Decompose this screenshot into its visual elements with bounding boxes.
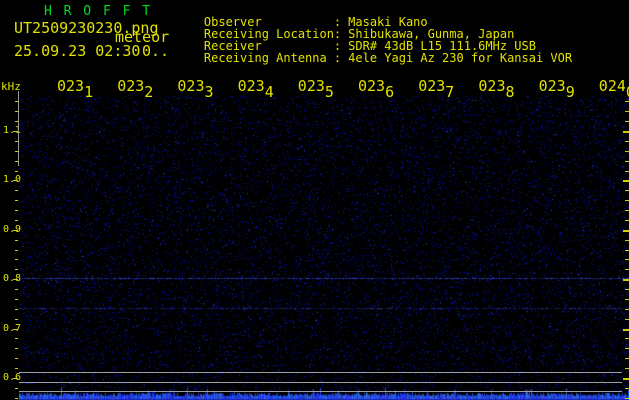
spectrogram-canvas bbox=[19, 96, 629, 400]
freq-tick-right bbox=[623, 230, 629, 232]
time-axis-label: 0240 bbox=[598, 77, 629, 100]
freq-tick-left bbox=[13, 180, 18, 181]
freq-tick-left bbox=[15, 299, 18, 300]
time-axis-label: 0239 bbox=[538, 77, 575, 101]
info-colon: : bbox=[333, 51, 342, 65]
info-row: Receiving Antenna:4ele Yagi Az 230 for K… bbox=[175, 40, 572, 76]
freq-tick-left bbox=[15, 269, 18, 270]
freq-tick-right bbox=[623, 329, 629, 331]
freq-tick-left bbox=[15, 398, 18, 399]
freq-tick-right bbox=[625, 309, 629, 310]
hrofft-screen: H R O F F T UT2509230230.png meteor 25.0… bbox=[0, 0, 629, 400]
datetime-label: 25.09.23 02:30 bbox=[14, 42, 141, 60]
freq-tick-right bbox=[625, 250, 629, 251]
freq-tick-left bbox=[15, 250, 18, 251]
freq-tick-left bbox=[15, 358, 18, 359]
freq-tick-right bbox=[625, 121, 629, 122]
time-axis-label: 0237 bbox=[418, 77, 455, 101]
time-axis-label: 0238 bbox=[478, 77, 515, 101]
freq-tick-right bbox=[625, 358, 629, 359]
freq-tick-right bbox=[625, 338, 629, 339]
level-line bbox=[19, 391, 622, 392]
freq-tick-left bbox=[15, 220, 18, 221]
freq-tick-right bbox=[625, 161, 629, 162]
time-axis-label: 0234 bbox=[237, 77, 274, 101]
freq-tick-left bbox=[13, 279, 18, 280]
level-line bbox=[19, 382, 622, 383]
time-axis-label: 0231 bbox=[57, 77, 94, 101]
start-marker-line bbox=[18, 91, 19, 166]
freq-tick-left bbox=[15, 338, 18, 339]
time-axis-label: 0235 bbox=[297, 77, 334, 101]
freq-tick-right bbox=[623, 180, 629, 182]
freq-tick-left bbox=[13, 230, 18, 231]
freq-tick-right bbox=[625, 388, 629, 389]
freq-tick-left bbox=[15, 190, 18, 191]
freq-tick-right bbox=[623, 378, 629, 380]
freq-tick-right bbox=[625, 289, 629, 290]
level-line bbox=[19, 372, 622, 373]
freq-tick-right bbox=[625, 171, 629, 172]
freq-tick-left bbox=[15, 210, 18, 211]
freq-tick-left bbox=[15, 309, 18, 310]
freq-tick-right bbox=[625, 240, 629, 241]
freq-tick-right bbox=[625, 259, 629, 260]
freq-tick-right bbox=[625, 210, 629, 211]
freq-tick-left bbox=[13, 378, 18, 379]
freq-tick-left bbox=[15, 319, 18, 320]
freq-tick-right bbox=[625, 299, 629, 300]
freq-tick-right bbox=[625, 319, 629, 320]
freq-tick-right bbox=[625, 269, 629, 270]
freq-tick-right bbox=[625, 398, 629, 399]
time-axis-label: 0232 bbox=[117, 77, 154, 101]
freq-tick-right bbox=[625, 368, 629, 369]
freq-tick-left bbox=[15, 368, 18, 369]
freq-tick-left bbox=[15, 388, 18, 389]
echo-count-label: 0.. bbox=[142, 42, 170, 60]
freq-tick-left bbox=[15, 240, 18, 241]
freq-tick-left bbox=[15, 200, 18, 201]
freq-tick-right bbox=[625, 190, 629, 191]
freq-tick-left bbox=[15, 348, 18, 349]
time-axis-label: 0233 bbox=[177, 77, 214, 101]
info-value: 4ele Yagi Az 230 for Kansai VOR bbox=[348, 51, 573, 65]
freq-tick-right bbox=[623, 279, 629, 281]
freq-tick-right bbox=[625, 101, 629, 102]
time-axis-label: 0236 bbox=[358, 77, 395, 101]
freq-tick-right bbox=[625, 220, 629, 221]
info-label: Receiving Antenna bbox=[203, 51, 327, 65]
freq-tick-right bbox=[625, 348, 629, 349]
app-title: H R O F F T bbox=[44, 4, 153, 19]
freq-tick-right bbox=[625, 111, 629, 112]
freq-tick-right bbox=[623, 131, 629, 133]
freq-tick-left bbox=[15, 171, 18, 172]
freq-tick-right bbox=[625, 151, 629, 152]
freq-tick-left bbox=[15, 289, 18, 290]
freq-tick-left bbox=[13, 329, 18, 330]
freq-tick-left bbox=[15, 259, 18, 260]
freq-tick-right bbox=[625, 200, 629, 201]
freq-tick-right bbox=[625, 141, 629, 142]
